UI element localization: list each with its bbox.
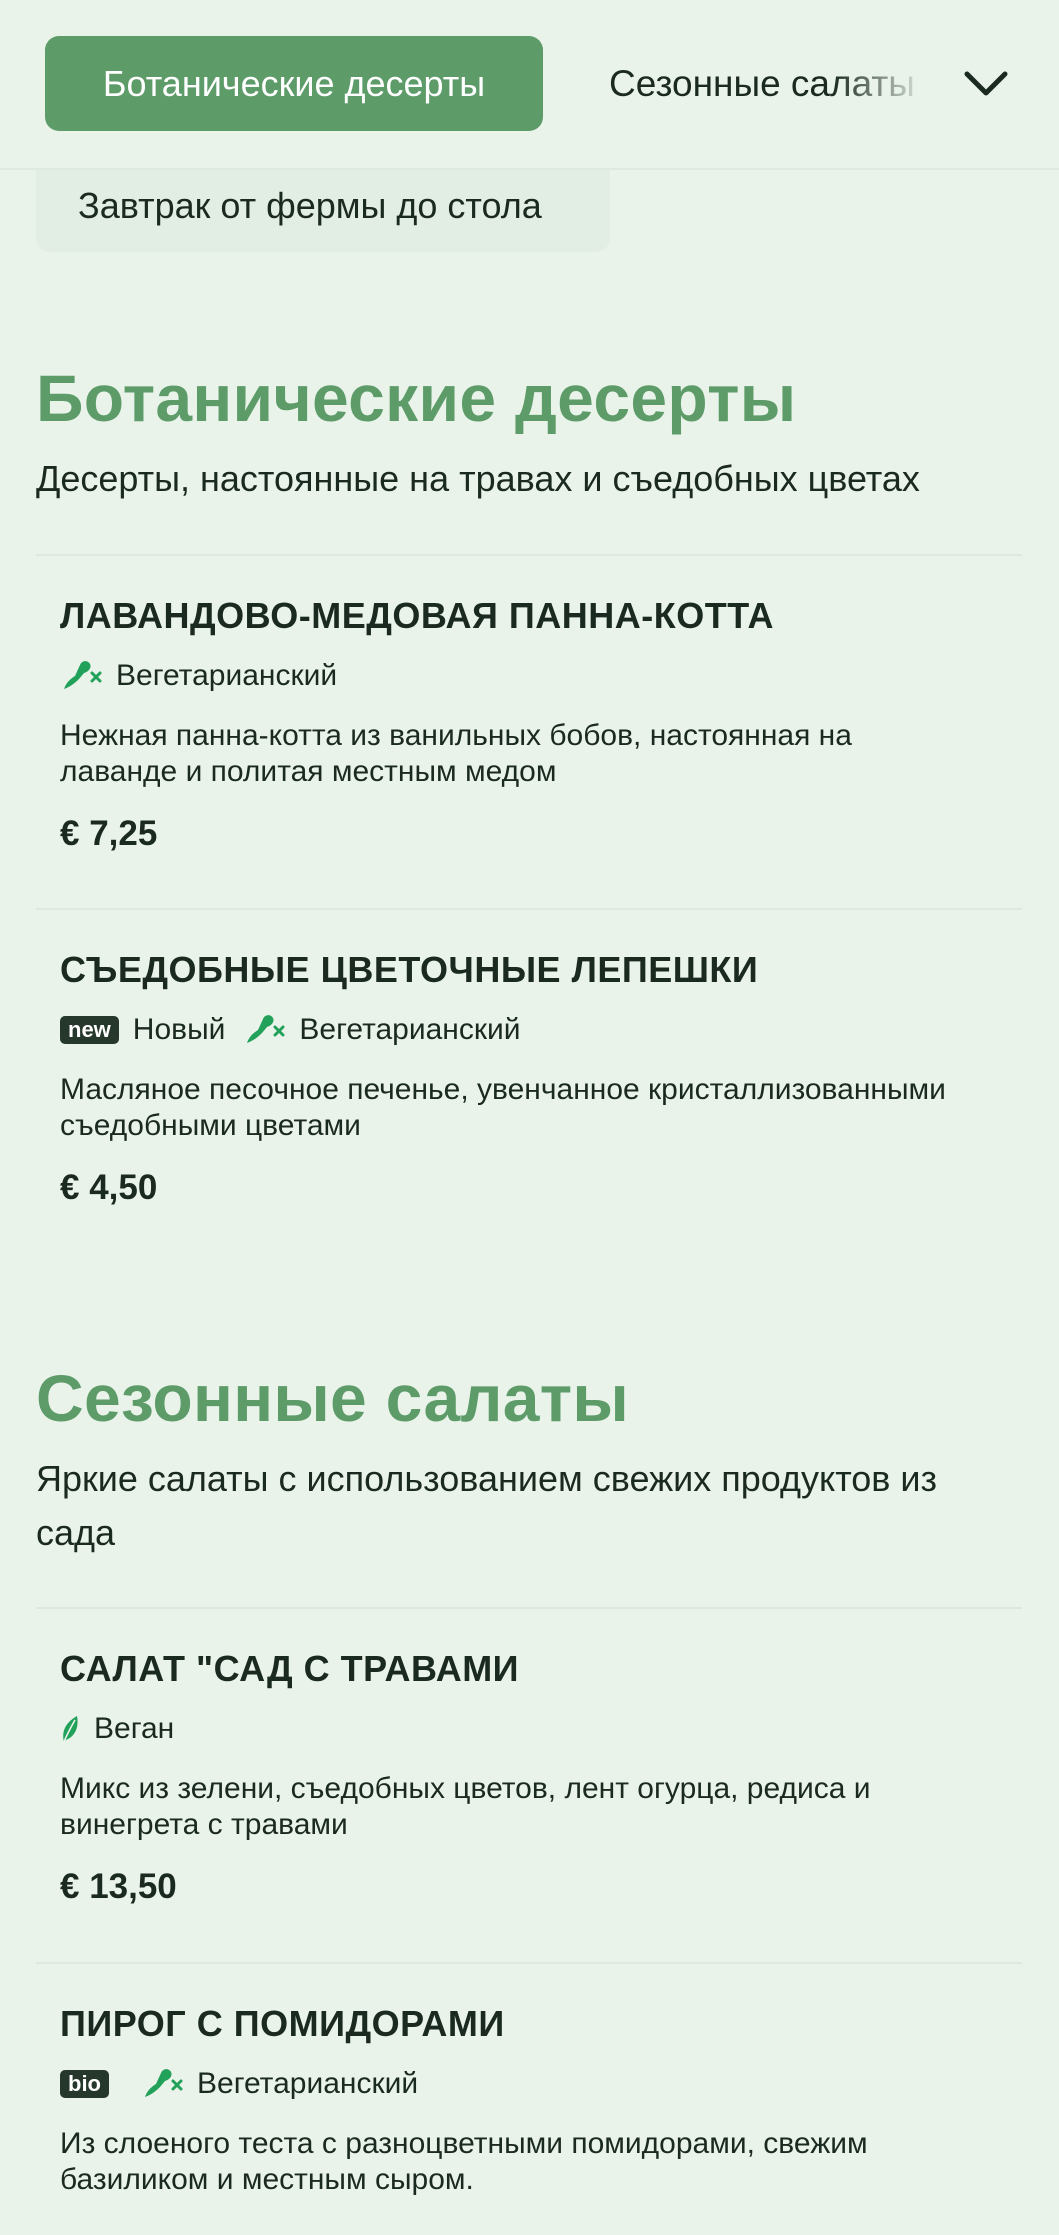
- vegan-leaf-icon: [60, 1714, 80, 1744]
- item-price: € 7,25: [60, 814, 158, 853]
- item-name: СЪЕДОБНЫЕ ЦВЕТОЧНЫЕ ЛЕПЕШКИ: [60, 949, 759, 990]
- item-price: € 4,50: [60, 1168, 158, 1207]
- item-price: € 13,50: [60, 1867, 177, 1906]
- item-name: САЛАТ "САД С ТРАВАМИ: [60, 1648, 520, 1689]
- divider: [36, 908, 1022, 910]
- item-description: Масляное песочное печенье, увенчанное кр…: [60, 1073, 946, 1142]
- item-tags: Веган: [60, 1707, 192, 1751]
- tag-label: Вегетарианский: [197, 2067, 419, 2100]
- item-tags: new Новый Вегетарианский: [60, 1008, 539, 1052]
- tag-label: Вегетарианский: [299, 1013, 521, 1046]
- new-badge: new: [60, 1016, 119, 1044]
- item-description: Нежная панна-котта из ванильных бобов, н…: [60, 719, 852, 788]
- menu-item[interactable]: СЪЕДОБНЫЕ ЦВЕТОЧНЫЕ ЛЕПЕШКИ new Новый Ве…: [36, 948, 1022, 1248]
- tag-vegetarian: Вегетарианский: [141, 2067, 418, 2101]
- tag-vegetarian: Вегетарианский: [60, 659, 337, 693]
- tag-label: Веган: [94, 1712, 175, 1745]
- menu-item[interactable]: ЛАВАНДОВО-МЕДОВАЯ ПАННА-КОТТА Вегетариан…: [36, 594, 1022, 894]
- item-name: ЛАВАНДОВО-МЕДОВАЯ ПАННА-КОТТА: [60, 595, 774, 636]
- tag-label: Новый: [132, 1013, 226, 1046]
- expand-categories-button[interactable]: [958, 56, 1014, 112]
- category-tab-botanical-desserts[interactable]: Ботанические десерты: [45, 36, 543, 131]
- item-tags: Вегетарианский: [60, 654, 355, 698]
- tag-vegan: Веган: [60, 1712, 174, 1746]
- menu-item[interactable]: САЛАТ "САД С ТРАВАМИ Веган Микс из зелен…: [36, 1647, 1022, 1947]
- item-tags: bio Вегетарианский: [60, 2062, 436, 2106]
- tag-new: new Новый: [60, 1013, 225, 1047]
- section-description: Яркие салаты с использованием свежих про…: [36, 1458, 938, 1553]
- vegetarian-icon: [60, 659, 102, 693]
- tag-label: Вегетарианский: [116, 659, 338, 692]
- divider: [36, 1607, 1022, 1609]
- vegetarian-icon: [141, 2067, 183, 2101]
- item-description: Микс из зелени, съедобных цветов, лент о…: [60, 1772, 871, 1841]
- vegetarian-icon: [243, 1013, 285, 1047]
- section-title: Ботанические десерты: [36, 361, 797, 435]
- category-nav: Ботанические десерты Сезонные салаты: [0, 0, 1059, 170]
- section-description: Десерты, настоянные на травах и съедобны…: [36, 458, 920, 499]
- tag-bio: bio: [60, 2070, 123, 2098]
- bio-badge: bio: [60, 2070, 109, 2098]
- item-name: ПИРОГ С ПОМИДОРАМИ: [60, 2003, 505, 2044]
- divider: [36, 1962, 1022, 1964]
- section-title: Сезонные салаты: [36, 1361, 630, 1435]
- tag-vegetarian: Вегетарианский: [243, 1013, 521, 1047]
- divider: [36, 554, 1022, 556]
- chevron-down-icon: [964, 71, 1008, 96]
- category-tab-seasonal-salads[interactable]: Сезонные салаты: [609, 56, 929, 112]
- item-description: Из слоеного теста с разноцветными помидо…: [60, 2127, 868, 2196]
- menu-item[interactable]: ПИРОГ С ПОМИДОРАМИ bio Вегетарианский Из…: [36, 2002, 1022, 2232]
